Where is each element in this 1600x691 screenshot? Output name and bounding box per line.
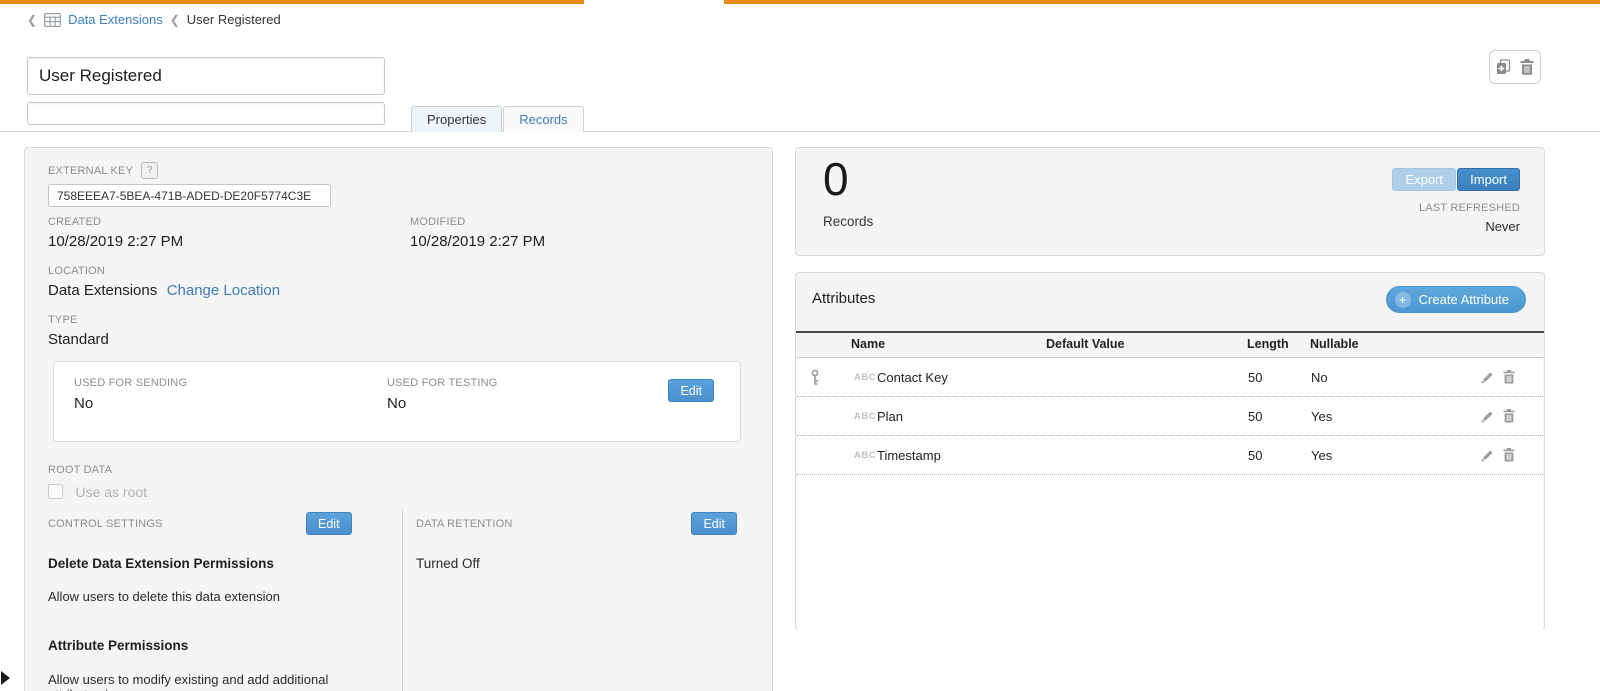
data-extension-table-icon xyxy=(44,13,61,27)
table-row: ABC Timestamp 50 Yes xyxy=(797,436,1543,475)
import-button[interactable]: Import xyxy=(1457,168,1520,191)
breadcrumb-current: User Registered xyxy=(187,12,281,27)
location-value: Data Extensions xyxy=(48,282,157,299)
external-key-input[interactable] xyxy=(48,184,331,207)
used-for-testing-value: No xyxy=(387,395,498,412)
attributes-panel: Attributes + Create Attribute Name Defau… xyxy=(795,272,1545,631)
use-as-root-label: Use as root xyxy=(75,484,147,500)
tab-properties[interactable]: Properties xyxy=(411,106,502,132)
attribute-length: 50 xyxy=(1248,358,1262,396)
data-retention-value: Turned Off xyxy=(416,556,480,571)
detail-tabs: Properties Records xyxy=(411,106,584,132)
attribute-permissions-description: Allow users to modify existing and add a… xyxy=(48,672,378,691)
data-retention-label: DATA RETENTION xyxy=(416,518,513,530)
control-settings-edit-button[interactable]: Edit xyxy=(306,512,352,535)
external-key-label: EXTERNAL KEY xyxy=(48,165,133,177)
table-row: ABC Plan 50 Yes xyxy=(797,397,1543,436)
records-count: 0 xyxy=(823,154,849,205)
settings-columns: CONTROL SETTINGS Edit Delete Data Extens… xyxy=(48,510,752,691)
copy-icon[interactable] xyxy=(1496,59,1511,75)
delete-attribute-trash-icon[interactable] xyxy=(1503,448,1515,462)
use-as-root-checkbox[interactable] xyxy=(48,484,63,499)
records-summary-panel: 0 Records Export Import LAST REFRESHED N… xyxy=(795,147,1545,256)
change-location-link[interactable]: Change Location xyxy=(167,282,280,299)
attribute-nullable: No xyxy=(1311,358,1328,396)
last-refreshed-value: Never xyxy=(1485,219,1520,234)
created-value: 10/28/2019 2:27 PM xyxy=(48,233,183,250)
extension-description-input[interactable] xyxy=(27,102,385,125)
column-header-default-value: Default Value xyxy=(1046,337,1125,351)
trash-icon[interactable] xyxy=(1520,59,1534,75)
usage-edit-button[interactable]: Edit xyxy=(668,379,714,402)
attribute-nullable: Yes xyxy=(1311,436,1332,474)
column-header-nullable: Nullable xyxy=(1310,337,1359,351)
text-type-icon: ABC xyxy=(854,358,876,396)
create-attribute-button[interactable]: + Create Attribute xyxy=(1386,286,1526,313)
expand-arrow-icon[interactable] xyxy=(1,671,10,685)
breadcrumb-separator-icon: ❮ xyxy=(170,14,180,26)
export-button[interactable]: Export xyxy=(1392,168,1456,191)
text-type-icon: ABC xyxy=(854,397,876,435)
edit-attribute-pencil-icon[interactable] xyxy=(1481,371,1494,384)
properties-panel: EXTERNAL KEY ? CREATED 10/28/2019 2:27 P… xyxy=(24,147,773,691)
created-label: CREATED xyxy=(48,216,183,228)
attribute-length: 50 xyxy=(1248,436,1262,474)
modified-label: MODIFIED xyxy=(410,216,545,228)
edit-attribute-pencil-icon[interactable] xyxy=(1481,410,1494,423)
breadcrumb: ❮ Data Extensions ❮ User Registered xyxy=(27,12,281,27)
attribute-nullable: Yes xyxy=(1311,397,1332,435)
table-row: ABC Contact Key 50 No xyxy=(797,358,1543,397)
root-data-label: ROOT DATA xyxy=(48,464,112,476)
data-retention-edit-button[interactable]: Edit xyxy=(691,512,737,535)
modified-value: 10/28/2019 2:27 PM xyxy=(410,233,545,250)
location-label: LOCATION xyxy=(48,265,280,277)
attribute-permissions-title: Attribute Permissions xyxy=(48,638,188,653)
attributes-title: Attributes xyxy=(812,290,875,307)
delete-attribute-trash-icon[interactable] xyxy=(1503,409,1515,423)
plus-icon: + xyxy=(1395,292,1411,308)
extension-name-input[interactable] xyxy=(27,57,385,95)
create-attribute-label: Create Attribute xyxy=(1419,292,1509,307)
edit-attribute-pencil-icon[interactable] xyxy=(1481,449,1494,462)
type-label: TYPE xyxy=(48,314,109,326)
delete-permissions-title: Delete Data Extension Permissions xyxy=(48,556,274,571)
data-extension-detail-screen: ❮ Data Extensions ❮ User Registered Prop… xyxy=(0,0,1600,691)
type-value: Standard xyxy=(48,331,109,348)
tab-records[interactable]: Records xyxy=(503,106,583,132)
attribute-name: Timestamp xyxy=(877,436,941,474)
page-header: ❮ Data Extensions ❮ User Registered Prop… xyxy=(0,4,1600,132)
control-settings-column: CONTROL SETTINGS Edit Delete Data Extens… xyxy=(48,510,403,691)
text-type-icon: ABC xyxy=(854,436,876,474)
usage-box: USED FOR SENDING No USED FOR TESTING No … xyxy=(53,361,741,442)
delete-permissions-description: Allow users to delete this data extensio… xyxy=(48,589,280,604)
records-count-label: Records xyxy=(823,214,873,229)
attributes-table-body: ABC Contact Key 50 No xyxy=(797,357,1543,631)
used-for-sending-label: USED FOR SENDING xyxy=(74,377,187,389)
back-chevron-icon[interactable]: ❮ xyxy=(27,14,37,26)
delete-attribute-trash-icon[interactable] xyxy=(1503,370,1515,384)
header-action-group xyxy=(1489,50,1541,84)
column-header-length: Length xyxy=(1247,337,1289,351)
breadcrumb-data-extensions-link[interactable]: Data Extensions xyxy=(68,12,163,27)
control-settings-label: CONTROL SETTINGS xyxy=(48,518,163,530)
attribute-length: 50 xyxy=(1248,397,1262,435)
used-for-testing-label: USED FOR TESTING xyxy=(387,377,498,389)
attribute-name: Plan xyxy=(877,397,903,435)
used-for-sending-value: No xyxy=(74,395,187,412)
attribute-name: Contact Key xyxy=(877,358,948,396)
column-header-name: Name xyxy=(851,337,885,351)
help-icon[interactable]: ? xyxy=(141,162,158,179)
primary-key-icon xyxy=(810,358,820,396)
attributes-table-header: Name Default Value Length Nullable xyxy=(796,333,1544,357)
last-refreshed-label: LAST REFRESHED xyxy=(1419,202,1520,214)
data-retention-column: DATA RETENTION Edit Turned Off xyxy=(403,510,752,691)
